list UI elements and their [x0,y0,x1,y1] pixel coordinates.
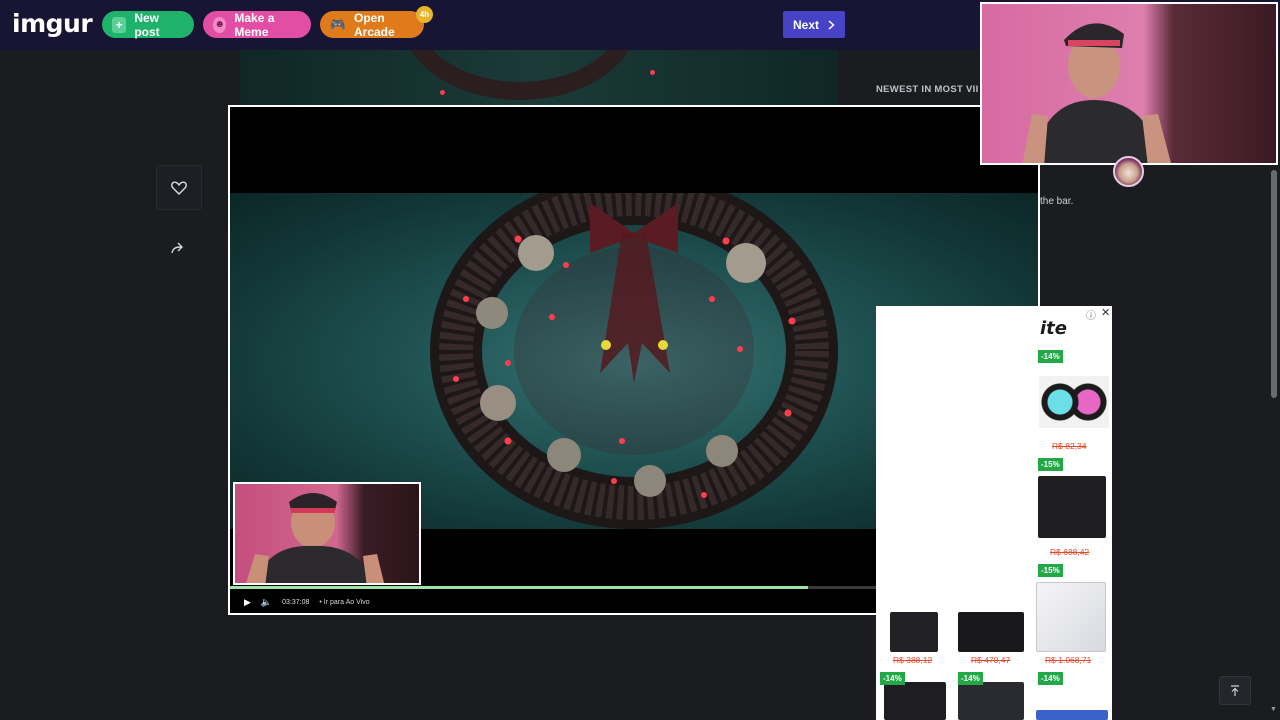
progress-fill [230,586,808,589]
meme-face-icon: ☻ [213,16,227,33]
imgur-logo[interactable]: imgur [12,9,93,38]
heart-icon [171,180,187,195]
page-scrollbar[interactable] [1271,170,1277,398]
wreath-image [400,50,640,100]
product-fans[interactable] [1039,376,1109,428]
streamer-figure [1022,23,1171,163]
volume-icon[interactable]: 🔈 [261,597,272,608]
post-image-preview [240,50,838,108]
light-dot [440,90,445,95]
newest-heading: NEWEST IN MOST VII [876,84,979,95]
chevron-right-icon [828,19,835,30]
product-case-2[interactable] [958,612,1024,652]
product-case-1[interactable] [890,612,938,652]
scroll-down-arrow-icon[interactable]: ▼ [1270,706,1277,713]
channel-emblem-icon [1113,156,1144,187]
share-button[interactable] [167,238,191,258]
play-icon[interactable]: ▶ [244,597,251,608]
next-post-button[interactable]: Next [783,11,845,38]
go-live-label: Ir para Ao Vivo [323,598,370,606]
discount-badge: -14% [1038,672,1063,685]
discount-badge: -14% [1038,350,1063,363]
ad-info-icon[interactable]: ⓘ [1086,307,1096,322]
go-live-link[interactable]: • Ir para Ao Vivo [319,599,369,606]
discount-badge: -15% [1038,458,1063,471]
light-dot [650,70,655,75]
time-display: 03:37:08 [282,598,310,606]
discount-badge: -14% [880,672,905,685]
arrow-up-icon [1231,684,1239,696]
make-meme-label: Make a Meme [234,10,275,39]
streamer-figure [246,493,385,583]
discount-badge: -15% [1038,564,1063,577]
streamer-webcam [980,2,1278,165]
streamer-webcam-pip [233,482,421,585]
product-case-white[interactable] [1036,582,1106,652]
ad-close-icon[interactable]: ✕ [1101,306,1110,319]
product-5[interactable] [1036,710,1108,720]
product-case-3[interactable] [884,682,946,720]
open-arcade-label: Open Arcade [354,10,395,39]
product-price: R$ 388,12 [893,655,933,665]
scroll-to-top-button[interactable] [1219,676,1251,705]
favorite-button[interactable] [156,165,202,210]
gamepad-icon: 🎮 [329,16,347,32]
advertisement[interactable]: ite ⓘ ✕ -14% R$ 82,34 -15% R$ 688,42 -15… [876,306,1112,720]
product-price: R$ 470,47 [971,655,1011,665]
product-price: R$ 688,42 [1050,547,1090,557]
product-price: R$ 1.068,71 [1045,655,1092,665]
ad-brand-logo[interactable]: ite [1040,318,1067,339]
arcade-timer-badge: 4h [416,6,433,23]
discount-badge: -14% [958,672,983,685]
product-price: R$ 82,34 [1052,441,1087,451]
share-arrow-icon [171,242,183,254]
make-meme-button[interactable]: ☻ Make a Meme [203,10,311,39]
product-case-4[interactable] [958,682,1024,720]
plus-icon: + [112,16,127,33]
open-arcade-button[interactable]: 🎮 Open Arcade [320,10,424,39]
new-post-label: New post [134,10,160,39]
new-post-button[interactable]: + New post [102,10,194,39]
next-label: Next [792,17,819,32]
product-case-black[interactable] [1038,476,1106,538]
post-snippet-text[interactable]: the bar. [1040,196,1073,207]
